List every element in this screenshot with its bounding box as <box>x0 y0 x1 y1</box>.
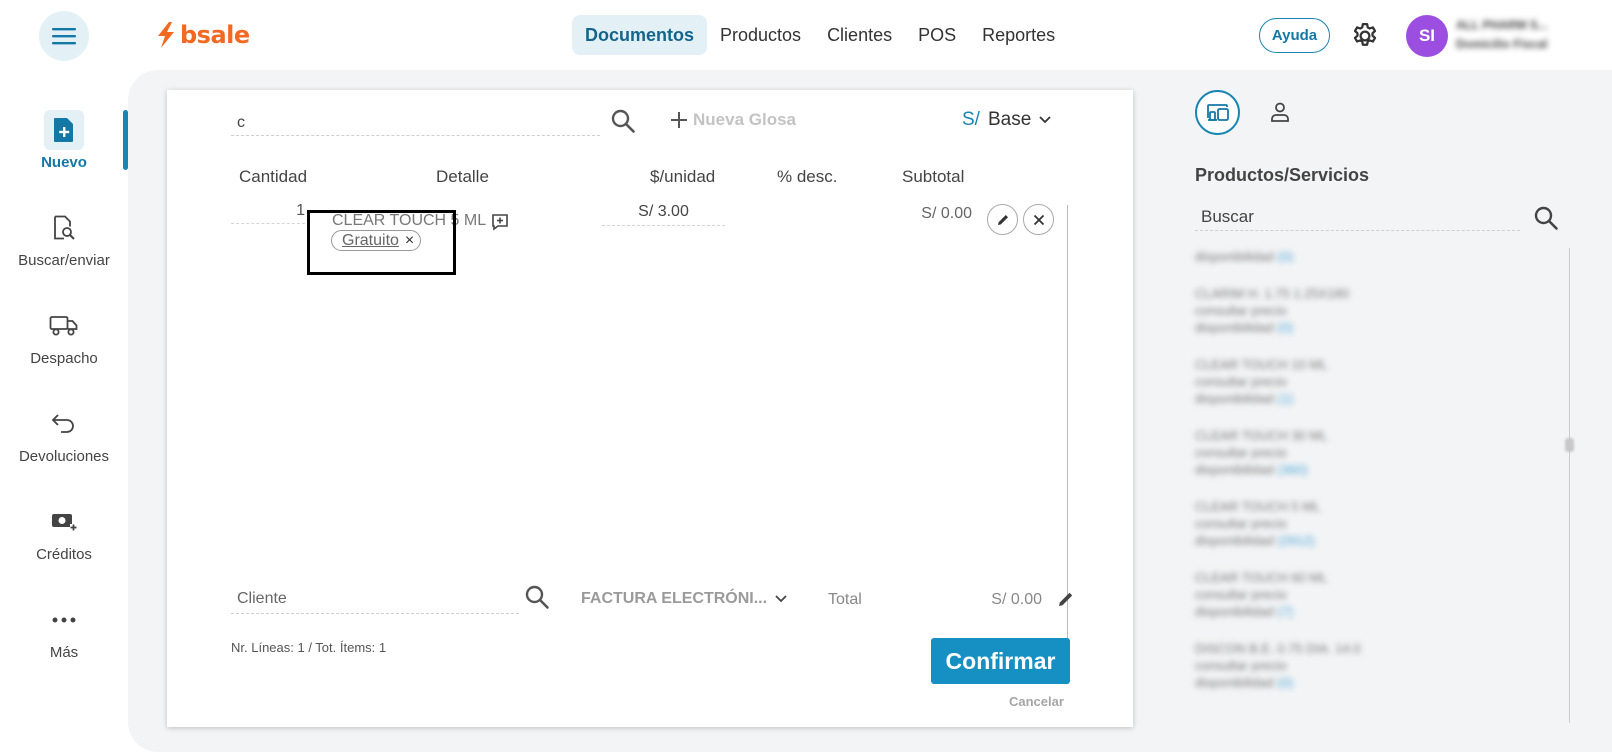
client-tab[interactable] <box>1265 97 1295 127</box>
sidebar-item-mas[interactable]: Más <box>0 600 128 661</box>
sidebar-label-devoluciones: Devoluciones <box>18 448 110 465</box>
price-list-label: Base <box>987 109 1032 130</box>
list-item[interactable]: CLEAR TOUCH 5 ML consultar precio dispon… <box>1195 498 1555 549</box>
add-note-icon[interactable] <box>491 213 509 231</box>
more-dots-icon <box>52 617 76 623</box>
cancel-link[interactable]: Cancelar <box>1009 694 1064 709</box>
sidebar-item-despacho[interactable]: Despacho <box>0 306 128 367</box>
list-item[interactable]: CLEAR TOUCH 30 ML consultar precio dispo… <box>1195 427 1555 478</box>
new-glosa-label: Nueva Glosa <box>693 110 796 129</box>
pencil-icon <box>997 214 1008 225</box>
search-document-icon <box>54 215 75 240</box>
user-icon <box>1271 102 1289 122</box>
line-quantity-input[interactable]: 1 <box>231 202 305 224</box>
sidebar-item-creditos[interactable]: Créditos <box>0 502 128 563</box>
list-item[interactable]: CLARIM H. 1.75 1.25X180 consultar precio… <box>1195 285 1555 336</box>
products-list: disponibilidad (0) CLARIM H. 1.75 1.25X1… <box>1195 248 1555 711</box>
column-header-subtotal: Subtotal <box>902 167 965 186</box>
logo-bolt-icon <box>158 22 174 48</box>
client-input[interactable]: Cliente <box>231 585 519 614</box>
sidebar-item-nuevo[interactable]: Nuevo <box>0 110 128 171</box>
line-subtotal: S/ 0.00 <box>921 205 972 222</box>
column-header-quantity: Cantidad <box>239 167 308 186</box>
lines-summary: Nr. Líneas: 1 / Tot. Ítems: 1 <box>231 640 387 655</box>
products-panel: Productos/Servicios Buscar disponibilida… <box>1185 88 1605 728</box>
logo-text: bsale <box>180 21 250 49</box>
sidebar-item-buscar[interactable]: Buscar/enviar <box>0 208 128 269</box>
client-search-icon[interactable] <box>524 584 550 610</box>
products-panel-title: Productos/Servicios <box>1195 165 1370 185</box>
user-info[interactable]: ALL PHARM S... Domicilio Fiscal <box>1456 16 1581 54</box>
close-icon <box>1033 214 1044 225</box>
edit-line-button[interactable] <box>987 204 1018 235</box>
product-search-input[interactable]: c <box>231 108 600 136</box>
money-plus-icon <box>52 514 77 531</box>
new-glosa-button[interactable]: Nueva Glosa <box>671 110 796 130</box>
products-scrollbar-thumb[interactable] <box>1565 438 1574 452</box>
column-header-discount: % desc. <box>777 167 838 186</box>
hamburger-menu-button[interactable] <box>39 11 89 61</box>
main-nav: Documentos Productos Clientes POS Report… <box>572 15 1068 55</box>
user-subtitle: Domicilio Fiscal <box>1456 37 1548 51</box>
nav-documentos[interactable]: Documentos <box>572 15 708 55</box>
sidebar-label-mas: Más <box>49 644 79 661</box>
search-icon[interactable] <box>610 108 636 134</box>
return-arrow-icon <box>51 414 74 433</box>
hamburger-icon <box>52 28 76 45</box>
list-item[interactable]: DISCON B.E. 0.75 DIA. 14.0 consultar pre… <box>1195 640 1555 691</box>
products-search-icon[interactable] <box>1533 205 1559 231</box>
devices-icon <box>1206 103 1229 121</box>
confirm-button[interactable]: Confirmar <box>931 638 1070 684</box>
nav-productos[interactable]: Productos <box>707 15 814 55</box>
plus-icon <box>671 112 687 128</box>
bsale-logo[interactable]: bsale <box>155 18 250 52</box>
chevron-down-icon <box>775 595 787 603</box>
line-unit-price-input[interactable]: S/ 3.00 <box>602 200 725 226</box>
total-label: Total <box>828 591 862 608</box>
nav-reportes[interactable]: Reportes <box>969 15 1068 55</box>
highlight-box <box>307 210 456 275</box>
total-value: S/ 0.00 <box>991 591 1042 608</box>
edit-total-icon[interactable] <box>1057 590 1075 608</box>
sidebar-label-creditos: Créditos <box>36 546 92 563</box>
sidebar-label-despacho: Despacho <box>30 350 98 367</box>
currency-symbol: S/ <box>962 109 980 130</box>
nav-clientes[interactable]: Clientes <box>814 15 905 55</box>
products-scrollbar[interactable] <box>1569 248 1570 723</box>
column-header-unit-price: $/unidad <box>650 167 716 186</box>
new-document-icon <box>54 118 73 142</box>
remove-line-button[interactable] <box>1023 204 1054 235</box>
truck-icon <box>49 316 78 336</box>
list-item[interactable]: CLEAR TOUCH 10 ML consultar precio dispo… <box>1195 356 1555 407</box>
sidebar-item-devoluciones[interactable]: Devoluciones <box>0 404 128 465</box>
products-search-input[interactable]: Buscar <box>1195 203 1520 231</box>
products-tab[interactable] <box>1195 90 1240 135</box>
sidebar-label-nuevo: Nuevo <box>41 154 87 171</box>
lines-scrollbar-track <box>1067 205 1068 650</box>
chevron-down-icon <box>1039 116 1051 124</box>
help-button[interactable]: Ayuda <box>1259 18 1330 53</box>
gear-icon[interactable] <box>1350 21 1380 51</box>
user-avatar[interactable]: SI <box>1406 15 1448 57</box>
list-item[interactable]: disponibilidad (0) <box>1195 248 1555 265</box>
document-type-label: FACTURA ELECTRÓNI... <box>581 590 768 607</box>
document-type-selector[interactable]: FACTURA ELECTRÓNI... <box>581 590 787 608</box>
sidebar-label-buscar: Buscar/enviar <box>18 252 110 269</box>
nav-pos[interactable]: POS <box>905 15 969 55</box>
document-card: c Nueva Glosa S/ Base Cantidad Detalle $… <box>167 90 1133 727</box>
top-bar: bsale Documentos Productos Clientes POS … <box>0 0 1612 70</box>
list-item[interactable]: CLEAR TOUCH 60 ML consultar precio dispo… <box>1195 569 1555 620</box>
user-name: ALL PHARM S... <box>1456 18 1548 32</box>
column-header-detail: Detalle <box>436 167 489 186</box>
price-list-selector[interactable]: S/ Base <box>962 109 1051 131</box>
